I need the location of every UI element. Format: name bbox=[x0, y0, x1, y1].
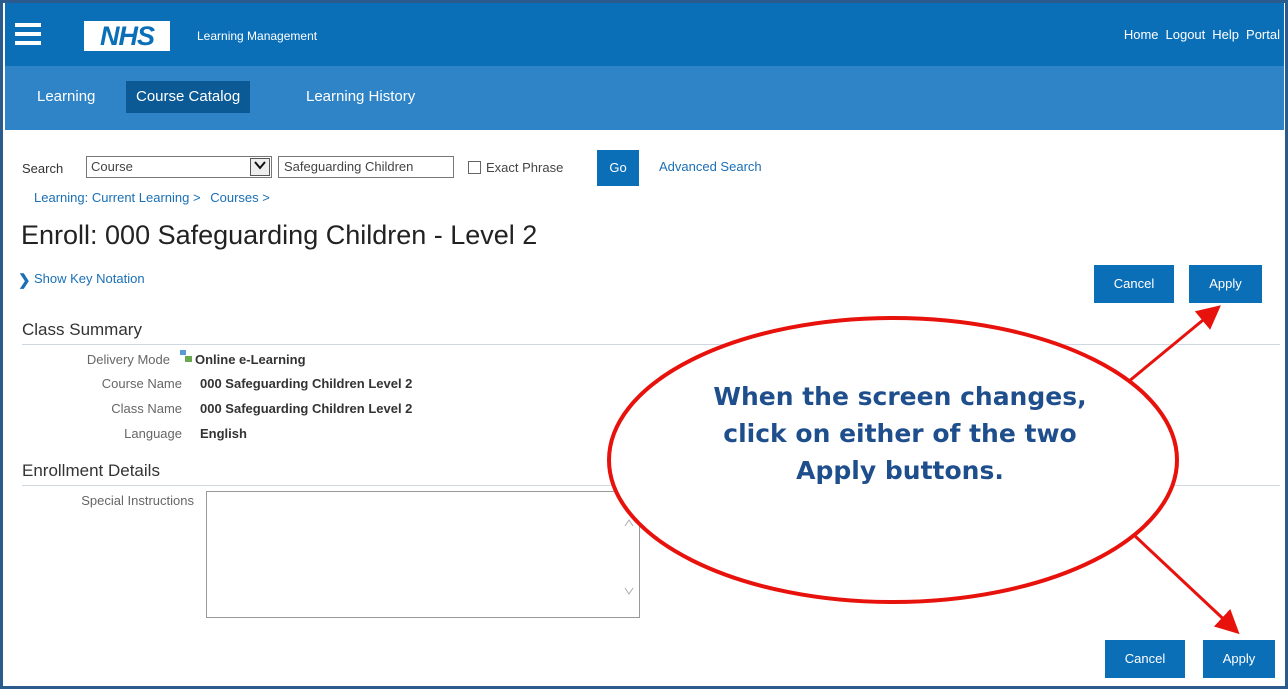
apply-button-top[interactable]: Apply bbox=[1189, 265, 1262, 303]
search-type-select[interactable]: Course bbox=[86, 156, 272, 178]
advanced-search-link[interactable]: Advanced Search bbox=[659, 159, 762, 174]
app-title: Learning Management bbox=[197, 29, 318, 43]
class-name-label: Class Name bbox=[111, 401, 182, 416]
header-links: Home Logout Help Portal bbox=[1124, 27, 1280, 42]
help-link[interactable]: Help bbox=[1212, 27, 1239, 42]
tab-bar: Learning Course Catalog Learning History bbox=[5, 66, 1284, 130]
class-name-value: 000 Safeguarding Children Level 2 bbox=[200, 401, 413, 416]
cancel-button-bottom[interactable]: Cancel bbox=[1105, 640, 1185, 678]
textarea-scrollbar[interactable] bbox=[621, 496, 637, 615]
search-label: Search bbox=[22, 161, 64, 176]
top-header: NHS Learning Management Home Logout Help… bbox=[5, 3, 1284, 66]
delivery-mode-label: Delivery Mode bbox=[86, 352, 170, 367]
search-type-value: Course bbox=[91, 159, 133, 174]
breadcrumb: Learning: Current Learning > Courses > bbox=[34, 190, 276, 205]
language-value: English bbox=[200, 426, 247, 441]
cancel-button-top[interactable]: Cancel bbox=[1094, 265, 1174, 303]
chevron-right-icon[interactable]: ❯ bbox=[18, 271, 31, 289]
online-learning-icon bbox=[180, 350, 192, 362]
go-button[interactable]: Go bbox=[597, 150, 639, 186]
course-name-value: 000 Safeguarding Children Level 2 bbox=[200, 376, 413, 391]
section-divider bbox=[22, 344, 1280, 345]
exact-phrase-checkbox[interactable] bbox=[468, 161, 481, 174]
special-instructions-textarea[interactable] bbox=[206, 491, 640, 618]
menu-icon[interactable] bbox=[15, 23, 41, 45]
tab-course-catalog[interactable]: Course Catalog bbox=[126, 81, 251, 113]
enrollment-details-title: Enrollment Details bbox=[22, 461, 160, 480]
tab-learning-history[interactable]: Learning History bbox=[296, 81, 425, 113]
course-name-label: Course Name bbox=[101, 376, 182, 391]
breadcrumb-courses[interactable]: Courses > bbox=[210, 190, 270, 205]
chevron-down-icon[interactable] bbox=[250, 158, 270, 176]
class-summary-title: Class Summary bbox=[22, 320, 142, 339]
exact-phrase-label: Exact Phrase bbox=[486, 160, 564, 175]
delivery-mode-value: Online e-Learning bbox=[195, 352, 306, 367]
language-label: Language bbox=[124, 426, 182, 441]
special-instructions-label: Special Instructions bbox=[81, 493, 194, 508]
search-input[interactable]: Safeguarding Children bbox=[278, 156, 454, 178]
breadcrumb-current-learning[interactable]: Learning: Current Learning > bbox=[34, 190, 201, 205]
nhs-logo: NHS bbox=[84, 21, 170, 51]
tab-learning[interactable]: Learning bbox=[27, 81, 105, 113]
page-title: Enroll: 000 Safeguarding Children - Leve… bbox=[21, 220, 538, 250]
logout-link[interactable]: Logout bbox=[1166, 27, 1206, 42]
show-key-notation-link[interactable]: Show Key Notation bbox=[34, 271, 145, 286]
portal-link[interactable]: Portal bbox=[1246, 27, 1280, 42]
callout-text: When the screen changes, click on either… bbox=[713, 382, 1087, 485]
home-link[interactable]: Home bbox=[1124, 27, 1159, 42]
apply-button-bottom[interactable]: Apply bbox=[1203, 640, 1275, 678]
